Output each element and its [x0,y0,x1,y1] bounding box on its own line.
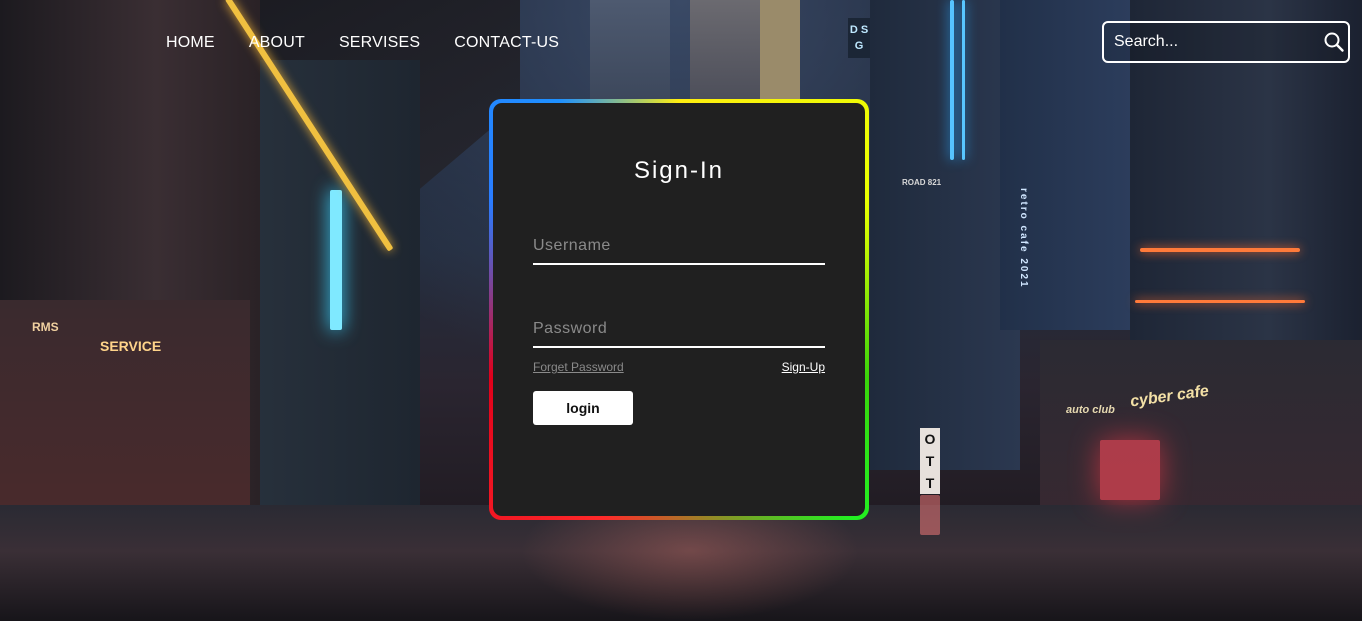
auth-links: Forget Password Sign-Up [533,360,825,374]
neon-light [330,190,342,330]
signup-link[interactable]: Sign-Up [782,360,825,374]
sign-service: SERVICE [100,338,162,354]
neon-light [962,0,965,160]
nav-about[interactable]: ABOUT [249,34,305,52]
login-card: Sign-In Forget Password Sign-Up login [493,103,865,516]
top-nav: HOME ABOUT SERVISES CONTACT-US [166,34,559,52]
neon-light [950,0,954,160]
sign-club: auto club [1066,404,1115,416]
tower [760,0,800,110]
street-reflection [520,520,860,621]
search-box [1102,21,1350,63]
sign-rms: RMS [32,320,59,334]
username-field [533,237,825,265]
neon-light [1100,440,1160,500]
nav-home[interactable]: HOME [166,34,215,52]
neon-light [1140,248,1300,252]
sign-road: ROAD 821 [902,178,942,187]
sign-vertical: retro cafe 2021 [1018,188,1029,289]
login-button[interactable]: login [533,391,633,425]
search-icon[interactable] [1323,31,1345,53]
tower [690,0,760,110]
nav-services[interactable]: SERVISES [339,34,420,52]
tower [870,0,1020,470]
password-field [533,320,825,348]
neon-light [1135,300,1305,303]
tower [590,0,670,110]
login-card-border: Sign-In Forget Password Sign-Up login [489,99,869,520]
forgot-password-link[interactable]: Forget Password [533,360,624,374]
search-input[interactable] [1104,32,1323,52]
username-input[interactable] [533,237,825,263]
login-title: Sign-In [633,157,725,184]
sign-ott: O T T [920,428,940,494]
password-input[interactable] [533,320,825,346]
sign-dsg: D S G [848,18,870,58]
neon-light [920,495,940,535]
nav-contact-us[interactable]: CONTACT-US [454,34,559,52]
